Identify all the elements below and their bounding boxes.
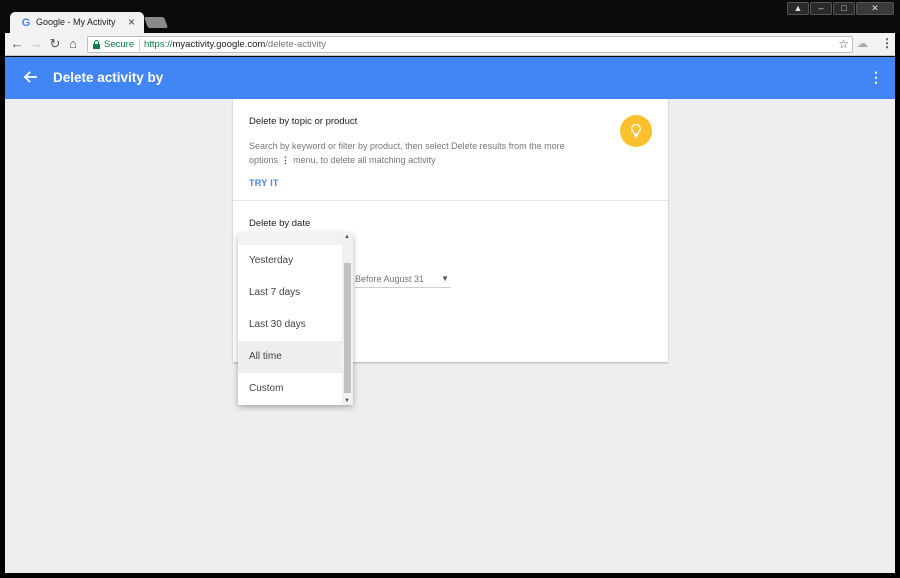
option-custom[interactable]: Custom (238, 373, 342, 405)
user-icon[interactable]: ▲ (787, 2, 809, 15)
option-yesterday[interactable]: Yesterday (238, 245, 342, 277)
address-bar[interactable]: Secure https://myactivity.google.com/del… (87, 36, 853, 53)
scroll-thumb[interactable] (344, 263, 351, 393)
scroll-down-icon[interactable]: ▼ (344, 398, 350, 404)
topic-section-title: Delete by topic or product (249, 116, 358, 127)
close-window-icon[interactable]: ✕ (856, 2, 894, 15)
topic-section-description: Search by keyword or filter by product, … (249, 141, 565, 165)
home-icon[interactable]: ⌂ (66, 36, 80, 52)
more-vert-icon[interactable]: ⋮ (869, 69, 883, 86)
date-section-title: Delete by date (249, 218, 311, 229)
tab-title: Google - My Activity (36, 17, 116, 27)
extension-icon[interactable]: ☁ (857, 37, 868, 50)
browser-window: G Google - My Activity × ▲ – □ ✕ ← → ↻ ⌂… (0, 0, 900, 578)
star-icon[interactable]: ☆ (838, 37, 849, 51)
google-favicon-icon: G (21, 17, 31, 29)
window-controls: ▲ – □ ✕ (787, 2, 894, 15)
new-tab-button[interactable] (143, 17, 169, 28)
option-all-time[interactable]: All time (238, 341, 342, 373)
secure-label: Secure (104, 39, 135, 50)
date-range-dropdown: Yesterday Last 7 days Last 30 days All t… (238, 233, 353, 405)
tab-close-icon[interactable]: × (128, 15, 135, 29)
maximize-icon[interactable]: □ (833, 2, 855, 15)
scroll-up-icon[interactable]: ▲ (344, 234, 350, 240)
browser-tab[interactable]: G Google - My Activity × (10, 12, 144, 34)
section-divider (233, 200, 668, 201)
option-last-30-days[interactable]: Last 30 days (238, 309, 342, 341)
dropdown-scrollbar[interactable]: ▲ ▼ (342, 233, 353, 405)
url-text: https://myactivity.google.com/delete-act… (144, 39, 326, 50)
minimize-icon[interactable]: – (810, 2, 832, 15)
reload-icon[interactable]: ↻ (48, 36, 62, 52)
option-last-7-days[interactable]: Last 7 days (238, 277, 342, 309)
more-options-icon: ⋮ (281, 155, 291, 165)
arrow-left-icon[interactable] (21, 68, 39, 86)
browser-menu-icon[interactable]: ⋮ (881, 36, 893, 50)
page-title: Delete activity by (53, 70, 164, 85)
try-it-button[interactable]: TRY IT (249, 178, 279, 188)
before-date-select[interactable]: Before August 31 ▼ (355, 274, 451, 288)
page-content: Delete activity by ⋮ Delete by topic or … (5, 57, 895, 573)
title-bar: G Google - My Activity × ▲ – □ ✕ (0, 0, 900, 34)
back-nav-icon[interactable]: ← (10, 36, 24, 52)
browser-toolbar: ← → ↻ ⌂ Secure https://myactivity.google… (5, 33, 895, 56)
lock-icon (93, 40, 100, 49)
dropdown-arrow-icon: ▼ (441, 274, 449, 283)
app-bar: Delete activity by ⋮ (5, 57, 895, 99)
lightbulb-icon (620, 115, 652, 147)
forward-nav-icon[interactable]: → (29, 36, 43, 52)
